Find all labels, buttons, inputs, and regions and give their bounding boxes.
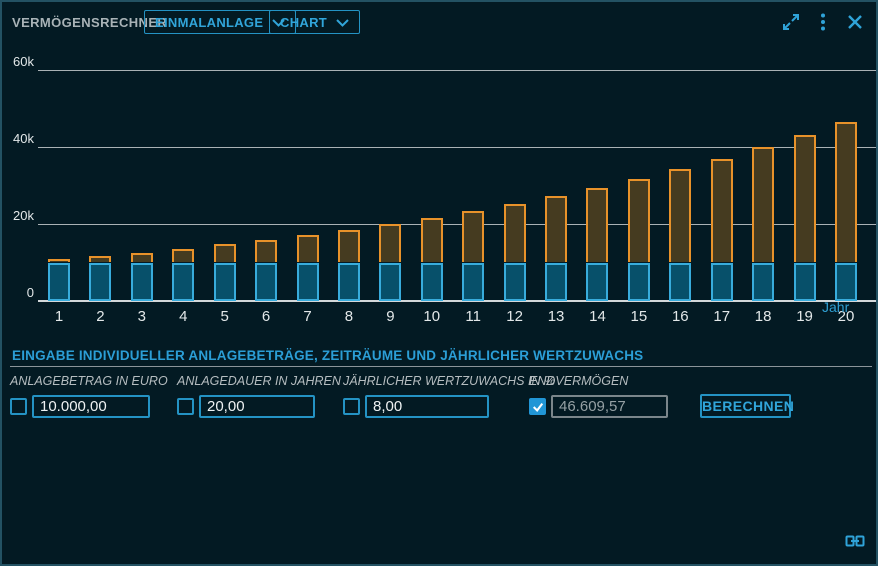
bar-segment-principal — [379, 263, 401, 302]
close-icon[interactable] — [844, 11, 866, 33]
bar-segment-principal — [131, 263, 153, 302]
section-heading: EINGABE INDIVIDUELLER ANLAGEBETRÄGE, ZEI… — [12, 348, 643, 363]
bar-segment-growth — [297, 235, 319, 262]
chevron-down-icon — [336, 15, 349, 30]
anlagedauer-checkbox[interactable] — [177, 398, 194, 415]
x-tick-label: 18 — [746, 308, 780, 325]
view-mode-dropdown-label: CHART — [280, 15, 327, 30]
x-tick-label: 1 — [42, 308, 76, 325]
y-tick-label: 20k — [4, 208, 34, 223]
berechnen-button[interactable]: BERECHNEN — [700, 394, 791, 418]
x-tick-label: 13 — [539, 308, 573, 325]
field-anlagebetrag: ANLAGEBETRAG IN EURO — [10, 374, 168, 418]
expand-icon[interactable] — [780, 11, 802, 33]
field-label: ANLAGEBETRAG IN EURO — [10, 374, 168, 388]
field-label: ANLAGEDAUER IN JAHREN — [177, 374, 341, 388]
bar-segment-growth — [214, 244, 236, 262]
bar-segment-principal — [462, 263, 484, 302]
field-wertzuwachs: JÄHRLICHER WERTZUWACHS IN % — [343, 374, 555, 418]
x-tick-label: 3 — [125, 308, 159, 325]
bar-segment-principal — [48, 263, 70, 302]
endvermoegen-output — [551, 395, 668, 418]
x-tick-label: 4 — [166, 308, 200, 325]
x-tick-label: 19 — [788, 308, 822, 325]
bar-segment-principal — [338, 263, 360, 302]
bar-segment-principal — [545, 263, 567, 302]
bar-segment-growth — [711, 159, 733, 263]
x-tick-label: 8 — [332, 308, 366, 325]
bar-segment-growth — [131, 253, 153, 263]
x-tick-label: 9 — [373, 308, 407, 325]
bar-segment-growth — [752, 147, 774, 262]
section-divider — [10, 366, 872, 367]
bar-segment-principal — [669, 263, 691, 302]
x-tick-label: 14 — [580, 308, 614, 325]
wertzuwachs-input[interactable] — [365, 395, 489, 418]
bar-segment-growth — [338, 230, 360, 263]
field-label: JÄHRLICHER WERTZUWACHS IN % — [343, 374, 555, 388]
bar-segment-principal — [711, 263, 733, 302]
bar-segment-growth — [172, 249, 194, 263]
bar-segment-principal — [89, 263, 111, 302]
bar-segment-growth — [379, 224, 401, 262]
bar-segment-principal — [172, 263, 194, 302]
field-endvermoegen: ENDVERMÖGEN — [529, 374, 668, 418]
y-tick-label: 40k — [4, 131, 34, 146]
endvermoegen-checkbox[interactable] — [529, 398, 546, 415]
x-tick-label: 17 — [705, 308, 739, 325]
bar-segment-growth — [794, 135, 816, 263]
anlagebetrag-checkbox[interactable] — [10, 398, 27, 415]
header: VERMÖGENSRECHNER EINMALANLAGE CHART — [2, 2, 876, 42]
wertzuwachs-checkbox[interactable] — [343, 398, 360, 415]
bar-segment-growth — [586, 188, 608, 263]
bar-segment-growth — [628, 179, 650, 263]
bar-segment-principal — [255, 263, 277, 302]
investment-growth-chart: 020k40k60k123456789101112131415161718192… — [2, 42, 878, 344]
y-tick-label: 60k — [4, 54, 34, 69]
bar-segment-growth — [669, 169, 691, 262]
x-tick-label: 15 — [622, 308, 656, 325]
bar-segment-principal — [794, 263, 816, 302]
anlageart-dropdown-label: EINMALANLAGE — [155, 15, 263, 30]
bar-segment-principal — [504, 263, 526, 302]
bar-segment-principal — [835, 263, 857, 302]
bar-segment-growth — [462, 211, 484, 262]
header-icons — [780, 11, 866, 33]
field-anlagedauer: ANLAGEDAUER IN JAHREN — [177, 374, 341, 418]
x-tick-label: 10 — [415, 308, 449, 325]
bar-segment-growth — [835, 122, 857, 263]
x-tick-label: 6 — [249, 308, 283, 325]
bar-segment-principal — [586, 263, 608, 302]
gridline — [38, 70, 878, 71]
link-icon[interactable] — [845, 533, 865, 554]
field-label: ENDVERMÖGEN — [529, 374, 668, 388]
x-tick-label: 5 — [208, 308, 242, 325]
kebab-menu-icon[interactable] — [812, 11, 834, 33]
x-tick-label: 12 — [498, 308, 532, 325]
x-tick-label: 16 — [663, 308, 697, 325]
x-axis-title: Jahr — [822, 299, 849, 315]
bar-segment-principal — [628, 263, 650, 302]
bar-segment-principal — [421, 263, 443, 302]
view-mode-dropdown[interactable]: CHART — [269, 10, 360, 34]
anlagebetrag-input[interactable] — [32, 395, 150, 418]
vermoegensrechner-window: VERMÖGENSRECHNER EINMALANLAGE CHART — [0, 0, 878, 566]
x-tick-label: 2 — [83, 308, 117, 325]
bar-segment-growth — [545, 196, 567, 262]
bar-segment-growth — [255, 240, 277, 263]
bar-segment-growth — [504, 204, 526, 262]
y-tick-label: 0 — [4, 285, 34, 300]
bar-segment-principal — [752, 263, 774, 302]
anlagedauer-input[interactable] — [199, 395, 315, 418]
bar-segment-principal — [214, 263, 236, 302]
x-tick-label: 11 — [456, 308, 490, 325]
x-tick-label: 7 — [291, 308, 325, 325]
bar-segment-principal — [297, 263, 319, 302]
bar-segment-growth — [421, 218, 443, 263]
